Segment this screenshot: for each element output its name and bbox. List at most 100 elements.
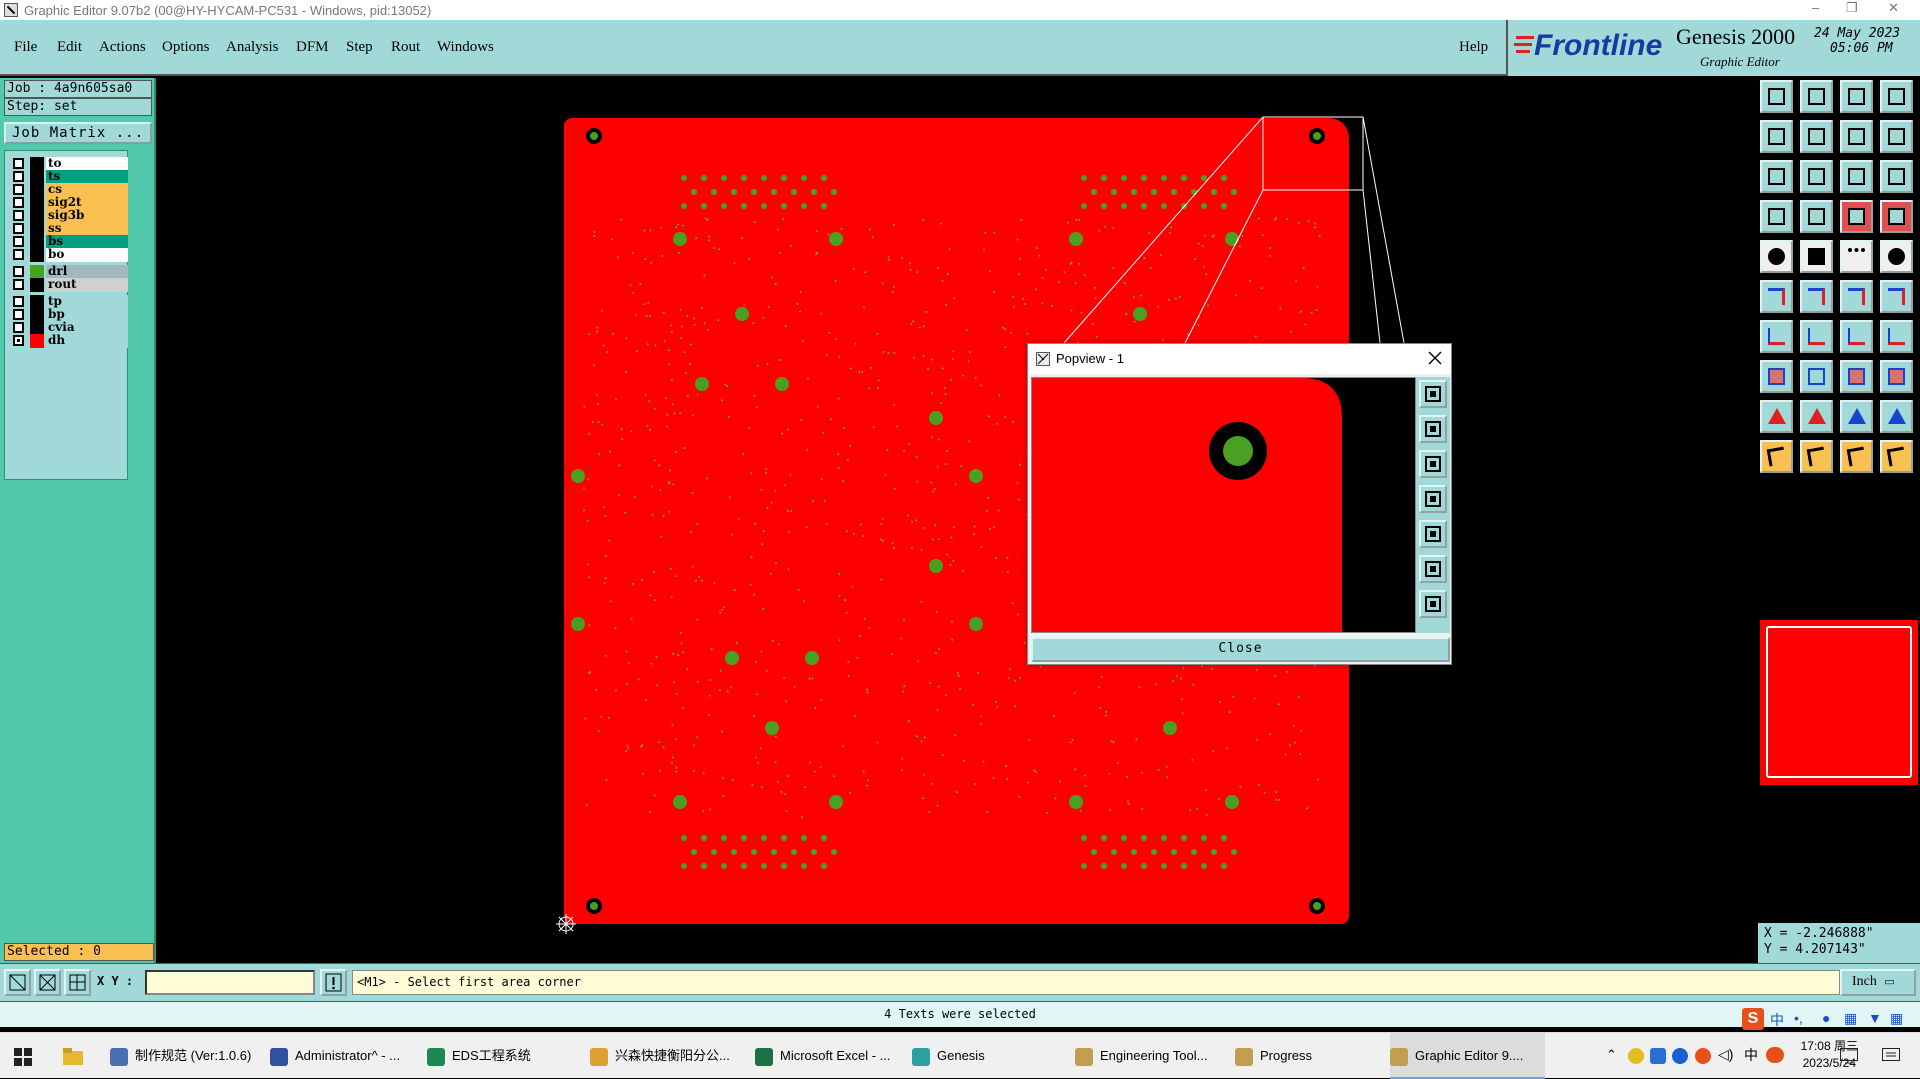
windows-start-icon[interactable] (14, 1048, 32, 1066)
arc-icon[interactable] (1840, 320, 1873, 353)
zoom-out-icon[interactable] (1800, 160, 1833, 193)
cmd-measure-icon[interactable] (34, 969, 61, 996)
taskbar-item[interactable]: Microsoft Excel - ... (755, 1033, 905, 1079)
restore-button[interactable]: ❐ (1846, 0, 1858, 16)
measure-icon[interactable] (1840, 360, 1873, 393)
taskbar-item[interactable]: 制作规范 (Ver:1.0.6) (110, 1033, 260, 1079)
tray-expand-icon[interactable]: ⌃ (1606, 1047, 1617, 1063)
taskbar-item[interactable]: EDS工程系统 (427, 1033, 582, 1079)
file-explorer-icon[interactable] (63, 1048, 83, 1065)
grid-icon[interactable] (1800, 200, 1833, 233)
taskbar-item[interactable]: Graphic Editor 9.... (1390, 1033, 1545, 1079)
pv-zoom-out-icon[interactable] (1419, 590, 1447, 618)
popview-close-icon[interactable] (1428, 351, 1442, 365)
text-blue2-icon[interactable] (1880, 400, 1913, 433)
tray-app-icon[interactable] (1628, 1048, 1644, 1064)
layer-checkbox[interactable] (13, 279, 24, 290)
tray-volume-icon[interactable]: ◁) (1718, 1046, 1733, 1063)
zoom-fit-icon[interactable] (1800, 80, 1833, 113)
layer-name[interactable]: rout (46, 278, 128, 292)
menu-rout[interactable]: Rout (391, 39, 420, 56)
tray-network-app-icon[interactable] (1672, 1048, 1688, 1064)
pv-zoom-fit-icon[interactable] (1419, 380, 1447, 408)
tray-sogou-s-icon[interactable] (1766, 1047, 1784, 1063)
ime-mic-icon[interactable]: ● (1822, 1010, 1830, 1026)
layer-name[interactable]: dh (46, 334, 128, 348)
edit-line-icon[interactable] (1760, 320, 1793, 353)
taskbar-item[interactable]: 兴森快捷衡阳分公... (590, 1033, 750, 1079)
menu-actions[interactable]: Actions (99, 39, 146, 56)
menu-edit[interactable]: Edit (57, 39, 82, 56)
pv-zoom-in-icon[interactable] (1419, 555, 1447, 583)
pan-left-icon[interactable] (1760, 120, 1793, 153)
ime-toolbar[interactable]: S 中 •, ● ▦ ▼ ▦ (1742, 1008, 1920, 1030)
layer-filter-icon[interactable] (1880, 200, 1913, 233)
layer-checkbox[interactable] (13, 266, 24, 277)
layer-checkbox[interactable] (13, 158, 24, 169)
layer-checkbox[interactable] (13, 249, 24, 260)
layer-checkbox[interactable] (13, 296, 24, 307)
ime-menu-icon[interactable]: ▦ (1890, 1010, 1903, 1027)
help-query-icon[interactable] (1880, 160, 1913, 193)
job-matrix-button[interactable]: Job Matrix ... (4, 122, 152, 144)
minimap[interactable] (1760, 620, 1918, 785)
ime-language-indicator[interactable]: 中 (1770, 1010, 1784, 1030)
ime-keyboard-icon[interactable]: ▦ (1844, 1010, 1857, 1027)
delete-icon[interactable] (1800, 360, 1833, 393)
menu-dfm[interactable]: DFM (296, 39, 329, 56)
feature-surface-icon[interactable] (1800, 240, 1833, 273)
taskbar-item[interactable]: Engineering Tool... (1075, 1033, 1230, 1079)
popview-close-button[interactable]: Close (1031, 637, 1450, 662)
pan-center-icon[interactable] (1840, 120, 1873, 153)
select-arrow3-icon[interactable] (1840, 440, 1873, 473)
ime-skin-icon[interactable]: ▼ (1868, 1010, 1882, 1026)
connect-icon[interactable] (1760, 280, 1793, 313)
layer-checkbox[interactable] (13, 210, 24, 221)
info-icon[interactable] (320, 969, 347, 996)
pv-zoom-down-icon[interactable] (1419, 450, 1447, 478)
text-blue-icon[interactable] (1840, 400, 1873, 433)
zoom-home2-icon[interactable] (1840, 80, 1873, 113)
layer-checkbox[interactable] (13, 223, 24, 234)
menu-options[interactable]: Options (162, 39, 210, 56)
pv-pan-right-icon[interactable] (1419, 520, 1447, 548)
feature-pad-icon[interactable] (1760, 240, 1793, 273)
layer-checkbox[interactable] (13, 236, 24, 247)
cmd-grid-icon[interactable] (64, 969, 91, 996)
layer-toggle-icon[interactable] (1840, 200, 1873, 233)
menu-help[interactable]: Help (1459, 39, 1488, 56)
pv-pan-left-icon[interactable] (1419, 485, 1447, 513)
minimize-button[interactable]: – (1812, 0, 1819, 15)
zoom-home-icon[interactable] (1760, 80, 1793, 113)
sogou-ime-icon[interactable]: S (1742, 1008, 1764, 1030)
pv-zoom-home-icon[interactable] (1419, 415, 1447, 443)
layer-checkbox[interactable] (13, 322, 24, 333)
delete-node-icon[interactable] (1800, 280, 1833, 313)
layer-checkbox[interactable] (13, 309, 24, 320)
layer-checkbox[interactable] (13, 184, 24, 195)
menu-windows[interactable]: Windows (437, 39, 494, 56)
scale-1-2-icon[interactable] (1840, 160, 1873, 193)
taskbar-item[interactable]: Progress (1235, 1033, 1380, 1079)
feature-line-icon[interactable] (1840, 240, 1873, 273)
layer-checkbox[interactable] (13, 335, 24, 346)
slash-line-icon[interactable] (1800, 320, 1833, 353)
layer-checkbox[interactable] (13, 197, 24, 208)
text-red-icon[interactable] (1760, 400, 1793, 433)
add-node-icon[interactable] (1840, 280, 1873, 313)
close-window-button[interactable]: ✕ (1888, 0, 1899, 16)
tray-sogou-icon[interactable] (1695, 1048, 1711, 1064)
ime-punct-icon[interactable]: •, (1794, 1010, 1803, 1026)
unit-selector[interactable]: Inch ▭ (1840, 969, 1916, 996)
select-arrow-icon[interactable] (1760, 440, 1793, 473)
resize-icon[interactable] (1760, 360, 1793, 393)
menu-analysis[interactable]: Analysis (226, 39, 279, 56)
desktop-button-icon[interactable] (1840, 1048, 1858, 1064)
taskbar-item[interactable]: Genesis (912, 1033, 1062, 1079)
zoom-in-icon[interactable] (1760, 160, 1793, 193)
select-tool-icon[interactable] (1880, 440, 1913, 473)
taskbar-item[interactable]: Administrator^ - ... (270, 1033, 420, 1079)
tray-ime-indicator[interactable]: 中 (1744, 1045, 1758, 1065)
text-red2-icon[interactable] (1800, 400, 1833, 433)
select-arrow2-icon[interactable] (1800, 440, 1833, 473)
